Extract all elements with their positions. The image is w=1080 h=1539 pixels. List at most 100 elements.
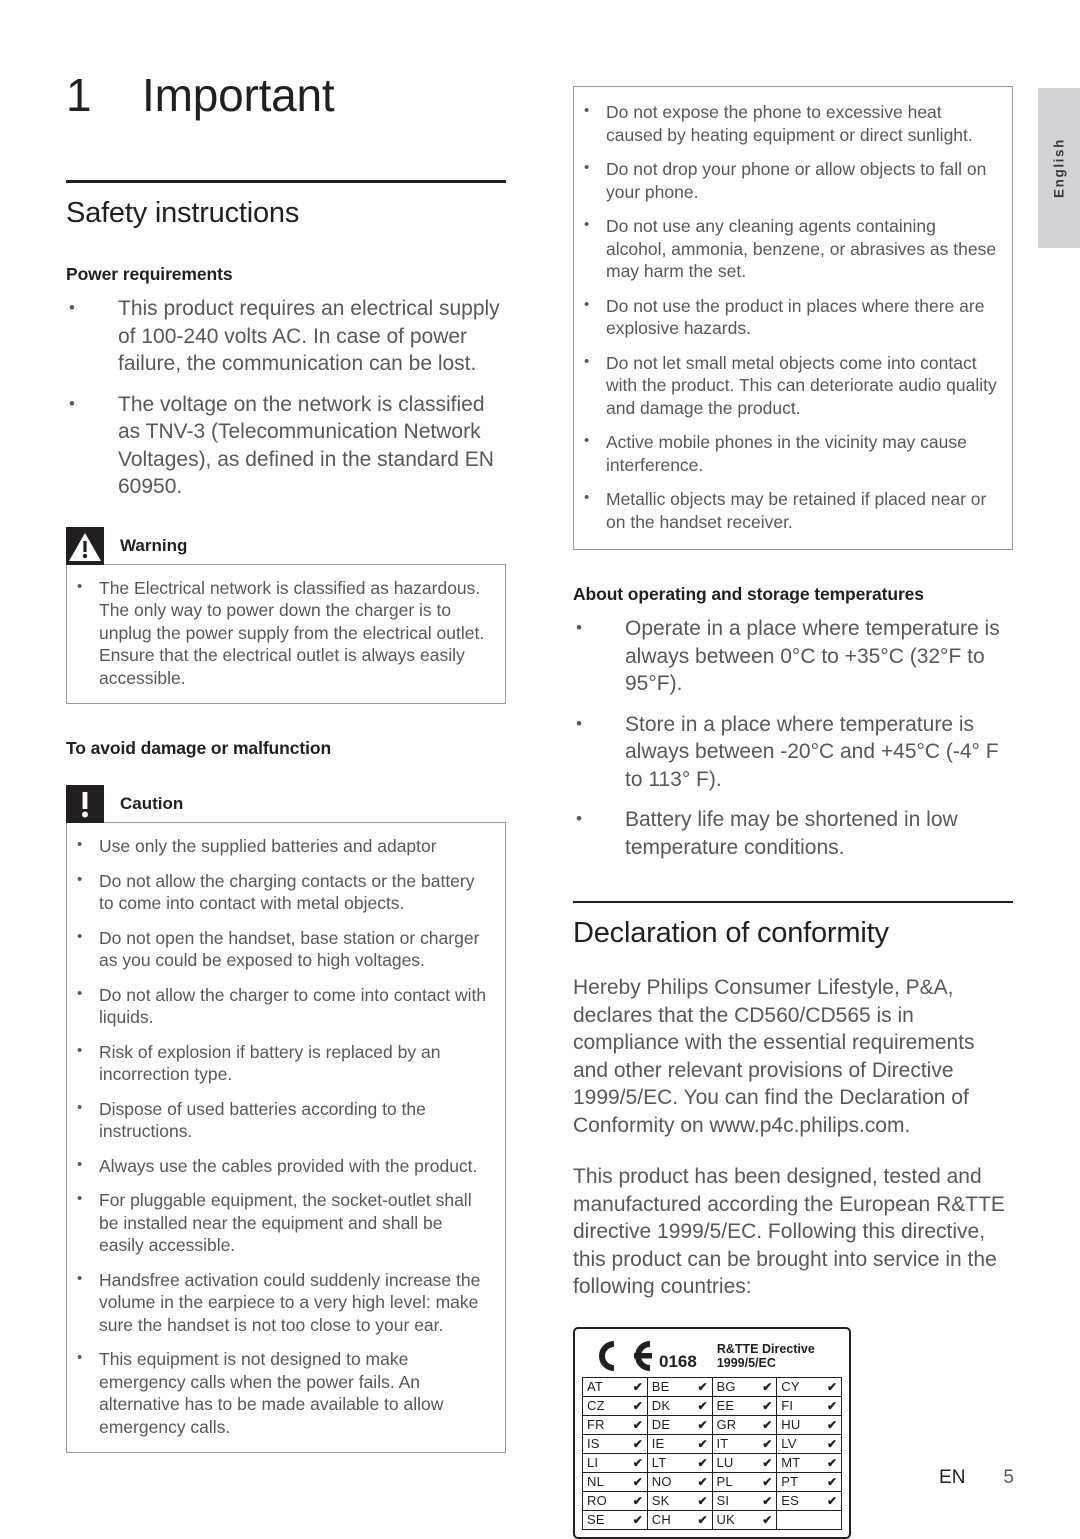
check-icon: ✔ [762,1455,773,1470]
country-cell: EE ✔ [711,1395,778,1416]
warning-list: The Electrical network is classified as … [69,576,491,690]
country-code: BE [651,1379,670,1394]
supported-countries-table: AT ✔ BE ✔ BG ✔ CY ✔ CZ ✔ DK ✔ EE ✔ FI ✔ FR ✔ DE ✔ GR ✔ HU ✔ IS ✔ I… [582,1376,842,1530]
temperatures-list: Operate in a place where temperature is … [573,614,1013,861]
conformity-title: Declaration of conformity [573,917,889,949]
conformity-paragraph-2: This product has been designed, tested a… [573,1165,1005,1298]
country-cell: NL ✔ [582,1471,648,1492]
caution-note-header: Caution [66,785,506,823]
check-icon: ✔ [632,1455,643,1470]
country-cell: PL ✔ [711,1471,778,1492]
list-item: Handsfree activation could suddenly incr… [69,1268,491,1337]
document-page: English 1 Important Safety instructions … [0,0,1080,1539]
country-cell: BE ✔ [646,1376,713,1397]
country-cell: NO ✔ [646,1471,713,1492]
country-code: DE [651,1417,671,1432]
table-row: RO ✔ SK ✔ SI ✔ ES ✔ [582,1490,842,1511]
check-icon: ✔ [762,1512,773,1527]
chapter-number: 1 [66,69,92,121]
check-icon: ✔ [697,1493,708,1508]
country-cell: IT ✔ [711,1433,778,1454]
check-icon: ✔ [697,1436,708,1451]
check-icon: ✔ [697,1379,708,1394]
list-item: Battery life may be shortened in low tem… [573,805,1013,861]
country-cell: LV ✔ [776,1433,842,1454]
country-code: CZ [587,1398,605,1413]
ce-conformity-block: 0168 R&TTE Directive 1999/5/EC AT ✔ BE ✔ BG ✔… [573,1326,851,1539]
country-cell-empty [776,1509,842,1530]
country-cell: SK ✔ [646,1490,713,1511]
check-icon: ✔ [762,1474,773,1489]
ce-block-header: 0168 R&TTE Directive 1999/5/EC [582,1335,842,1377]
country-code: EE [716,1398,735,1413]
country-cell: DK ✔ [646,1395,713,1416]
page-title: Safety instructions [66,197,300,229]
country-code: IE [651,1436,665,1451]
warning-triangle-icon [66,526,104,565]
country-code: LT [651,1455,667,1470]
list-item: Dispose of used batteries according to t… [69,1097,491,1143]
country-cell: SI ✔ [711,1490,778,1511]
list-item: Do not use the product in places where t… [576,294,998,340]
language-tab-label: English [1051,138,1067,198]
country-code: SK [651,1493,670,1508]
check-icon: ✔ [762,1379,773,1394]
check-icon: ✔ [826,1398,837,1413]
country-cell: IS ✔ [582,1433,648,1454]
list-item: Store in a place where temperature is al… [573,710,1013,794]
country-code: DK [651,1398,671,1413]
country-code: RO [587,1493,607,1508]
country-cell: IE ✔ [646,1433,713,1454]
country-code: NO [651,1474,672,1489]
country-code: AT [587,1379,604,1394]
list-item: Operate in a place where temperature is … [573,614,1013,698]
right-column: Do not expose the phone to excessive hea… [573,0,1013,1539]
check-icon: ✔ [632,1474,643,1489]
country-cell: SE ✔ [582,1509,648,1530]
check-icon: ✔ [697,1417,708,1432]
country-cell: CY ✔ [776,1376,842,1397]
list-item: Do not drop your phone or allow objects … [576,157,998,203]
country-code: GR [716,1417,737,1432]
check-icon: ✔ [632,1379,643,1394]
country-code: LU [716,1455,734,1470]
caution-continued-list: Do not expose the phone to excessive hea… [576,100,998,533]
country-code: HU [781,1417,801,1432]
country-code: SE [587,1512,605,1527]
caution-list: Use only the supplied batteries and adap… [69,834,491,1438]
country-code: FR [587,1417,605,1432]
country-code: ES [781,1493,799,1508]
country-code: LV [781,1436,797,1451]
list-item: Risk of explosion if battery is replaced… [69,1040,491,1086]
country-cell: LI ✔ [582,1452,648,1473]
list-item: The Electrical network is classified as … [69,576,491,690]
check-icon: ✔ [762,1436,773,1451]
check-icon: ✔ [826,1379,837,1394]
country-cell: RO ✔ [582,1490,648,1511]
page-footer: EN 5 [939,1467,1014,1489]
country-code: BG [716,1379,736,1394]
table-row: LI ✔ LT ✔ LU ✔ MT ✔ [582,1452,842,1473]
left-column: 1 Important Safety instructions Power re… [66,0,506,1453]
country-code: UK [716,1512,735,1527]
table-row: IS ✔ IE ✔ IT ✔ LV ✔ [582,1433,842,1454]
country-code: SI [716,1493,730,1508]
warning-note: Warning The Electrical network is classi… [66,526,506,704]
list-item: This equipment is not designed to make e… [69,1347,491,1438]
subheading-temperatures: About operating and storage temperatures [573,584,924,604]
country-cell: FR ✔ [582,1414,648,1435]
country-cell: AT ✔ [582,1376,648,1397]
chapter-title: Important [142,69,335,121]
table-row: NL ✔ NO ✔ PL ✔ PT ✔ [582,1471,842,1492]
list-item: Do not allow the charging contacts or th… [69,869,491,915]
list-item: Active mobile phones in the vicinity may… [576,430,998,476]
check-icon: ✔ [697,1455,708,1470]
country-code: LI [587,1455,599,1470]
list-item: Do not let small metal objects come into… [576,351,998,420]
caution-note-label: Caution [120,794,184,813]
list-item: For pluggable equipment, the socket-outl… [69,1188,491,1257]
chapter-heading: 1 Important [66,68,506,122]
country-cell: HU ✔ [776,1414,842,1435]
list-item: Do not open the handset, base station or… [69,926,491,972]
check-icon: ✔ [826,1474,837,1489]
